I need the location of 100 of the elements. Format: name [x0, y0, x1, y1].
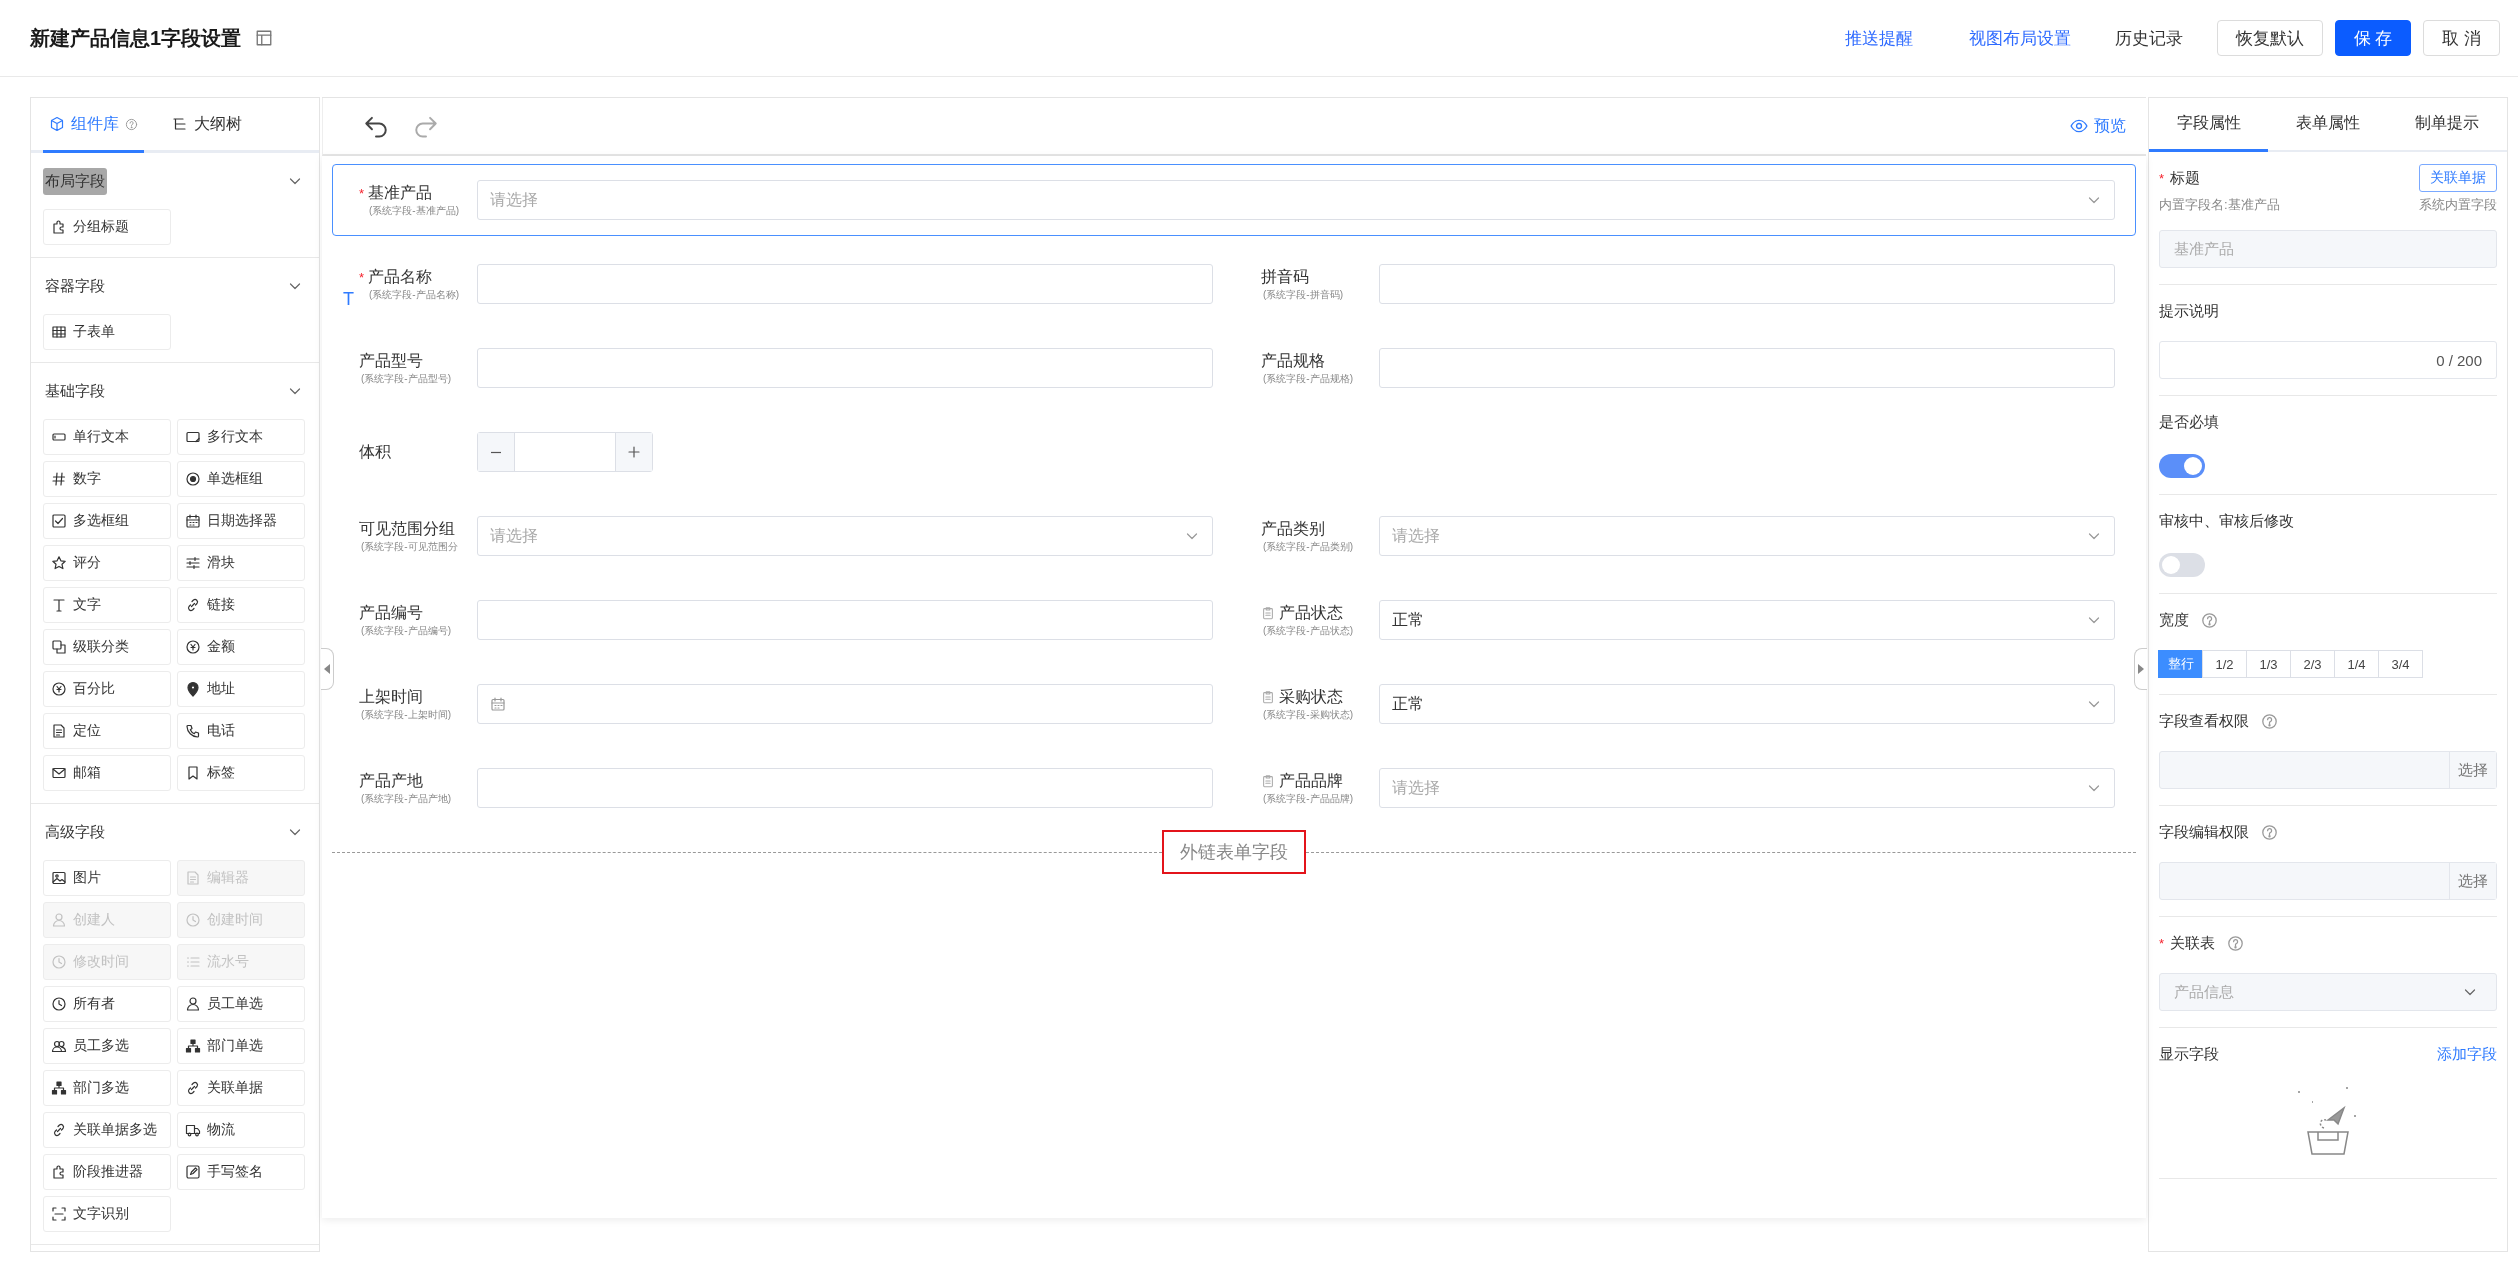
form-field[interactable]: 拼音码 (系统字段-拼音码) [1234, 248, 2136, 320]
header-link[interactable]: 历史记录 [2104, 26, 2205, 50]
user-icon [51, 912, 67, 928]
date-field[interactable] [477, 684, 1213, 724]
form-field[interactable]: 产品状态 (系统字段-产品状态) 正常 [1234, 584, 2136, 656]
component-item[interactable]: 阶段推进器 [43, 1154, 171, 1190]
component-item[interactable]: 电话 [177, 713, 305, 749]
header-link[interactable]: 视图布局设置 [1946, 26, 2093, 50]
decrement-button[interactable] [478, 433, 514, 471]
component-item[interactable]: 定位 [43, 713, 171, 749]
component-item[interactable]: 标签 [177, 755, 305, 791]
component-item[interactable]: 物流 [177, 1112, 305, 1148]
org-icon [51, 1080, 67, 1096]
component-item[interactable]: 百分比 [43, 671, 171, 707]
collapse-handle[interactable] [2134, 648, 2147, 690]
panel-tab[interactable]: 字段属性 [2149, 98, 2269, 152]
component-item[interactable]: 文字 [43, 587, 171, 623]
property-label: 审核中、审核后修改 [2159, 511, 2294, 531]
component-item[interactable]: 子表单 [43, 314, 171, 350]
field-label: 产品编号 [359, 602, 423, 623]
form-field[interactable]: 产品型号 (系统字段-产品型号) [332, 332, 1234, 404]
increment-button[interactable] [616, 433, 652, 471]
component-item[interactable]: 单行文本 [43, 419, 171, 455]
component-item[interactable]: 多选框组 [43, 503, 171, 539]
field-label: 产品类别 [1261, 518, 1325, 539]
component-item[interactable]: 级联分类 [43, 629, 171, 665]
width-option[interactable]: 1/3 [2246, 650, 2291, 678]
toggle-switch[interactable] [2159, 454, 2205, 478]
page-title: 新建产品信息1字段设置 [30, 25, 242, 51]
toggle-switch[interactable] [2159, 553, 2205, 577]
component-item[interactable]: 日期选择器 [177, 503, 305, 539]
scan-icon [51, 1206, 67, 1222]
tooltip: 布局字段 [43, 167, 107, 195]
input-field[interactable] [477, 600, 1213, 640]
collapse-handle[interactable] [321, 648, 334, 690]
form-field[interactable]: 产品品牌 (系统字段-产品品牌) 请选择 [1234, 752, 2136, 824]
component-item[interactable]: 滑块 [177, 545, 305, 581]
truck-icon [185, 1122, 201, 1138]
component-item[interactable]: 地址 [177, 671, 305, 707]
form-field[interactable]: 产品产地 (系统字段-产品产地) [332, 752, 1234, 824]
input-field[interactable] [477, 348, 1213, 388]
input-field[interactable] [477, 768, 1213, 808]
preview-link[interactable]: 预览 [2094, 115, 2126, 137]
help-icon [2227, 934, 2245, 952]
component-item[interactable]: 部门多选 [43, 1070, 171, 1106]
select-field[interactable]: 正常 [1379, 600, 2115, 640]
component-item[interactable]: 手写签名 [177, 1154, 305, 1190]
form-field[interactable]: 产品类别 (系统字段-产品类别) 请选择 [1234, 500, 2136, 572]
mail-icon [51, 765, 67, 781]
width-option[interactable]: 2/3 [2290, 650, 2335, 678]
component-item[interactable]: 部门单选 [177, 1028, 305, 1064]
width-option[interactable]: 3/4 [2378, 650, 2423, 678]
component-item[interactable]: 图片 [43, 860, 171, 896]
header-link[interactable]: 推送提醒 [1822, 26, 1935, 50]
component-item[interactable]: 多行文本 [177, 419, 305, 455]
component-item[interactable]: 关联单据 [177, 1070, 305, 1106]
component-item[interactable]: 员工多选 [43, 1028, 171, 1064]
sliders-icon [185, 555, 201, 571]
action-button[interactable]: 取 消 [2423, 20, 2500, 56]
clock-icon [185, 912, 201, 928]
form-field[interactable]: 可见范围分组 (系统字段-可见范围分 请选择 [332, 500, 1234, 572]
component-item[interactable]: 金额 [177, 629, 305, 665]
description-field[interactable]: 0 / 200 [2159, 341, 2497, 379]
input-field[interactable] [477, 264, 1213, 304]
component-item[interactable]: 所有者 [43, 986, 171, 1022]
component-item[interactable]: 员工单选 [177, 986, 305, 1022]
form-field[interactable]: 采购状态 (系统字段-采购状态) 正常 [1234, 668, 2136, 740]
form-field[interactable]: 体积 [332, 416, 2136, 488]
select-field[interactable]: 正常 [1379, 684, 2115, 724]
field-label: 可见范围分组 [359, 518, 455, 539]
input-field[interactable] [1379, 264, 2115, 304]
form-field[interactable]: T * 产品名称 (系统字段-产品名称) [332, 248, 1234, 320]
add-field-link[interactable]: 添加字段 [2437, 1044, 2497, 1064]
field-label: 产品型号 [359, 350, 423, 371]
component-item[interactable]: 单选框组 [177, 461, 305, 497]
panel-tab[interactable]: 制单提示 [2387, 98, 2507, 152]
form-field[interactable]: * 基准产品 (系统字段-基准产品) 请选择 [332, 164, 2136, 236]
width-option[interactable]: 1/2 [2202, 650, 2247, 678]
tree-icon [172, 116, 188, 132]
component-item[interactable]: 邮箱 [43, 755, 171, 791]
component-item[interactable]: 评分 [43, 545, 171, 581]
character-counter: 0 / 200 [2436, 351, 2482, 369]
clock-icon [51, 996, 67, 1012]
component-item[interactable]: 数字 [43, 461, 171, 497]
form-field[interactable]: 产品编号 (系统字段-产品编号) [332, 584, 1234, 656]
save-button[interactable]: 保 存 [2334, 20, 2412, 56]
component-item[interactable]: 文字识别 [43, 1196, 171, 1232]
form-field[interactable]: 产品规格 (系统字段-产品规格) [1234, 332, 2136, 404]
width-option[interactable]: 1/4 [2334, 650, 2379, 678]
action-button[interactable]: 恢复默认 [2216, 20, 2323, 56]
panel-tab[interactable]: 大纲树 [166, 98, 248, 153]
table-icon [51, 324, 67, 340]
panel-tab[interactable]: 表单属性 [2268, 98, 2388, 152]
component-item[interactable]: 链接 [177, 587, 305, 623]
coin-icon [51, 681, 67, 697]
panel-tab[interactable]: 组件库 [43, 98, 144, 153]
component-item[interactable]: 关联单据多选 [43, 1112, 171, 1148]
form-field[interactable]: 上架时间 (系统字段-上架时间) [332, 668, 1234, 740]
component-item[interactable]: 分组标题 [43, 209, 171, 245]
input-field[interactable] [1379, 348, 2115, 388]
